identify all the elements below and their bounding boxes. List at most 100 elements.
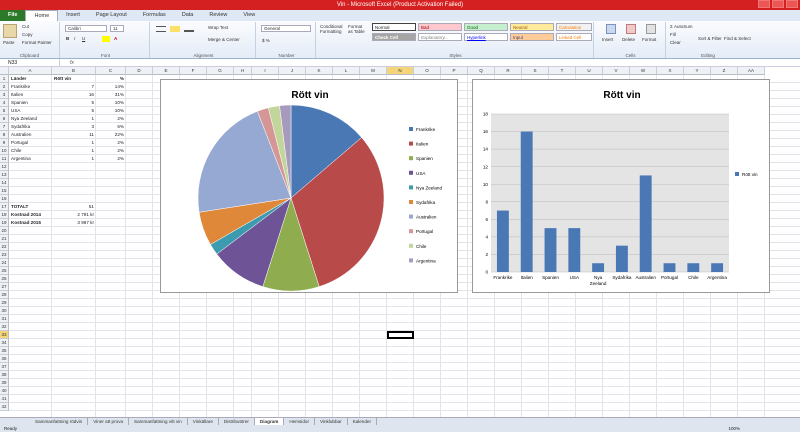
total-label[interactable]: TOTALT: [11, 203, 50, 211]
underline-icon[interactable]: U: [82, 36, 85, 41]
row-header[interactable]: 15: [0, 187, 9, 195]
row-header[interactable]: 12: [0, 163, 9, 171]
row-header[interactable]: 4: [0, 99, 9, 107]
active-cell-n33[interactable]: [387, 331, 414, 339]
count-cell[interactable]: 16: [54, 91, 94, 99]
tab-formulas[interactable]: Formulas: [135, 10, 174, 21]
cut-button[interactable]: Cut: [22, 24, 29, 29]
percent-cell[interactable]: 2%: [98, 155, 124, 163]
row-header[interactable]: 41: [0, 395, 9, 403]
total-value[interactable]: 2 791 kr: [54, 211, 94, 219]
column-header[interactable]: A: [9, 67, 52, 75]
row-header[interactable]: 16: [0, 195, 9, 203]
country-cell[interactable]: Italien: [11, 91, 50, 99]
row-header[interactable]: 18: [0, 211, 9, 219]
row-header[interactable]: 14: [0, 179, 9, 187]
column-header[interactable]: L: [333, 67, 360, 75]
zoom-level[interactable]: 100%: [728, 425, 740, 432]
percent-cell[interactable]: 10%: [98, 99, 124, 107]
conditional-formatting-button[interactable]: Conditional Formatting: [320, 24, 346, 34]
clear-button[interactable]: Clear: [670, 40, 681, 45]
column-header[interactable]: B: [52, 67, 96, 75]
country-cell[interactable]: Frankrike: [11, 83, 50, 91]
style-good[interactable]: Good: [464, 23, 508, 31]
format-cells-icon[interactable]: [646, 24, 656, 34]
count-cell[interactable]: 7: [54, 83, 94, 91]
tab-page-layout[interactable]: Page Layout: [88, 10, 135, 21]
column-header[interactable]: Y: [684, 67, 711, 75]
row-header[interactable]: 20: [0, 227, 9, 235]
row-header[interactable]: 2: [0, 83, 9, 91]
number-format-select[interactable]: General: [261, 25, 311, 32]
row-header[interactable]: 34: [0, 339, 9, 347]
count-cell[interactable]: 3: [54, 123, 94, 131]
style-normal[interactable]: Normal: [372, 23, 416, 31]
percent-cell[interactable]: 31%: [98, 91, 124, 99]
row-header[interactable]: 11: [0, 155, 9, 163]
percent-cell[interactable]: 2%: [98, 139, 124, 147]
insert-button[interactable]: Insert: [602, 37, 613, 42]
column-header[interactable]: U: [576, 67, 603, 75]
column-header[interactable]: AA: [738, 67, 765, 75]
total-value[interactable]: 3 967 kr: [54, 219, 94, 227]
row-header[interactable]: 32: [0, 323, 9, 331]
row-header[interactable]: 29: [0, 299, 9, 307]
row-header[interactable]: 17: [0, 203, 9, 211]
count-cell[interactable]: 1: [54, 115, 94, 123]
count-cell[interactable]: 5: [54, 107, 94, 115]
count-cell[interactable]: 11: [54, 131, 94, 139]
fill-color-icon[interactable]: [102, 36, 110, 42]
column-header[interactable]: T: [549, 67, 576, 75]
tab-insert[interactable]: Insert: [58, 10, 88, 21]
row-header[interactable]: 9: [0, 139, 9, 147]
percent-cell[interactable]: 10%: [98, 107, 124, 115]
close-icon[interactable]: [786, 0, 798, 8]
row-header[interactable]: 19: [0, 219, 9, 227]
row-header[interactable]: 31: [0, 315, 9, 323]
total-label[interactable]: Kostnad 2014: [11, 211, 50, 219]
column-header[interactable]: H: [234, 67, 252, 75]
row-header[interactable]: 7: [0, 123, 9, 131]
style-neutral[interactable]: Neutral: [510, 23, 554, 31]
font-color-icon[interactable]: A: [114, 36, 117, 41]
country-cell[interactable]: Nya Zeeland: [11, 115, 50, 123]
column-header[interactable]: Q: [468, 67, 495, 75]
column-header[interactable]: J: [279, 67, 306, 75]
fill-button[interactable]: Fill: [670, 32, 676, 37]
count-cell[interactable]: 1: [54, 155, 94, 163]
country-cell[interactable]: USA: [11, 107, 50, 115]
format-as-table-button[interactable]: Format as Table: [348, 24, 368, 34]
row-header[interactable]: 22: [0, 243, 9, 251]
wrap-text-button[interactable]: Wrap Text: [208, 25, 228, 30]
tab-file[interactable]: File: [0, 10, 26, 21]
paste-button[interactable]: Paste: [3, 40, 15, 45]
column-header[interactable]: I: [252, 67, 279, 75]
row-header[interactable]: 33: [0, 331, 9, 339]
minimize-icon[interactable]: [758, 0, 770, 8]
tab-view[interactable]: View: [235, 10, 263, 21]
country-cell[interactable]: Sydafrika: [11, 123, 50, 131]
column-header[interactable]: M: [360, 67, 387, 75]
select-all-corner[interactable]: [0, 67, 9, 75]
tab-data[interactable]: Data: [174, 10, 202, 21]
column-header[interactable]: E: [153, 67, 180, 75]
header-rott-vin[interactable]: Rött vin: [54, 75, 94, 83]
row-header[interactable]: 3: [0, 91, 9, 99]
percent-cell[interactable]: 2%: [98, 115, 124, 123]
column-header[interactable]: O: [414, 67, 441, 75]
country-cell[interactable]: Chile: [11, 147, 50, 155]
percent-cell[interactable]: 6%: [98, 123, 124, 131]
currency-icon[interactable]: $ %: [262, 38, 270, 43]
style-input[interactable]: Input: [510, 33, 554, 41]
column-header[interactable]: F: [180, 67, 207, 75]
header-percent[interactable]: %: [98, 75, 124, 83]
delete-button[interactable]: Delete: [622, 37, 635, 42]
merge-center-button[interactable]: Merge & Center: [208, 37, 240, 42]
bar-chart[interactable]: Rött vin 0 2 4 6 8 10 12 14 16 18 Frankrike Italien S…: [472, 79, 770, 293]
font-size-select[interactable]: 11: [110, 25, 124, 32]
column-header[interactable]: Z: [711, 67, 738, 75]
delete-cells-icon[interactable]: [626, 24, 636, 34]
column-header[interactable]: D: [126, 67, 153, 75]
style-explanatory[interactable]: Explanatory...: [418, 33, 462, 41]
style-linked-cell[interactable]: Linked Cell: [556, 33, 592, 41]
